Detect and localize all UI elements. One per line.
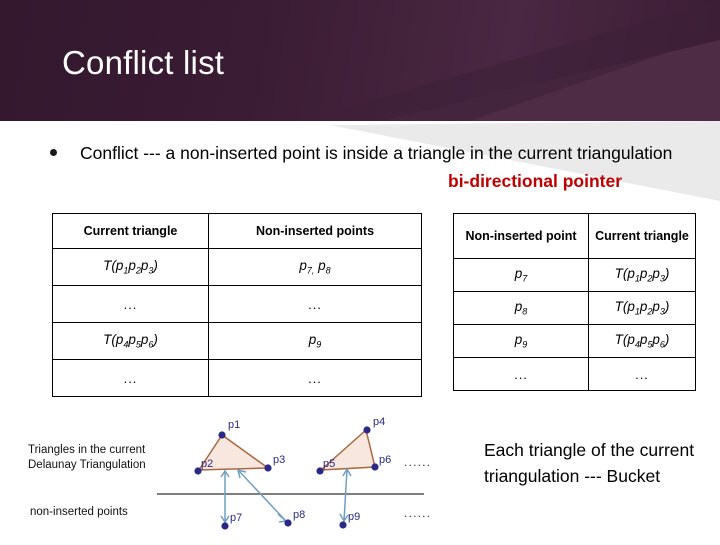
point-p4 (363, 426, 371, 434)
diagram-label-triangles-line1: Triangles in the current (28, 444, 146, 456)
diagram-label-non-inserted-points: non-inserted points (30, 506, 128, 518)
table-row: T(p1p2p3) p7, p8 (52, 248, 422, 286)
point-label-p6: p6 (379, 454, 391, 466)
conflict-table-point-to-triangle: Non-inserted point Current triangle p7 T… (453, 213, 696, 391)
column-header-current-triangle: Current triangle (588, 213, 696, 259)
point-label-p9: p9 (348, 511, 360, 523)
cell-ellipsis: ... (588, 357, 696, 391)
delaunay-diagram: Triangles in the current Delaunay Triang… (0, 415, 450, 540)
table-row: p9 T(p4p5p6) (453, 324, 696, 358)
column-header-current-triangle: Current triangle (52, 213, 209, 249)
point-p9 (339, 521, 347, 529)
diagram-canvas: p1 p2 p3 p4 p5 p6 p7 p8 p9 (157, 416, 424, 530)
arrow-p8 (236, 468, 288, 523)
conflict-table-triangle-to-points: Current triangle Non-inserted points T(p… (52, 213, 422, 397)
cell-points: p7, p8 (208, 248, 422, 286)
gray-wedge-decoration (330, 121, 720, 201)
point-label-p4: p4 (373, 416, 385, 428)
cell-point: p8 (453, 291, 589, 325)
bullet-dot-icon (50, 149, 57, 156)
cell-triangle: T(p1p2p3) (588, 258, 696, 292)
point-label-p7: p7 (230, 512, 242, 524)
cell-ellipsis: ... (52, 285, 209, 323)
diagram-ellipsis-upper: ...... (404, 455, 432, 469)
cell-ellipsis: ... (208, 359, 422, 397)
point-label-p2: p2 (201, 458, 213, 470)
arrow-p7 (220, 469, 230, 524)
point-p7 (221, 522, 229, 530)
cell-triangle: T(p1p2p3) (588, 291, 696, 325)
cell-triangle: T(p1p2p3) (52, 248, 209, 286)
diagram-label-triangles-line2: Delaunay Triangulation (28, 459, 146, 471)
point-p8 (284, 519, 292, 527)
table-row: ... ... (52, 285, 422, 323)
cell-triangle: T(p4p5p6) (588, 324, 696, 358)
title-banner: Conflict list (0, 0, 720, 121)
diagram-ellipsis-lower: ...... (404, 506, 432, 520)
table-row: p7 T(p1p2p3) (453, 258, 696, 292)
table-row: ... ... (453, 357, 696, 391)
column-header-non-inserted-points: Non-inserted points (208, 213, 422, 249)
diagram-label-triangles: Triangles in the current Delaunay Triang… (28, 443, 146, 473)
cell-triangle: T(p4p5p6) (52, 322, 209, 360)
point-p1 (218, 431, 226, 439)
page-title: Conflict list (62, 44, 225, 81)
table-row: Current triangle Non-inserted points (52, 213, 422, 249)
point-label-p8: p8 (293, 509, 305, 521)
point-p3 (264, 464, 272, 472)
cell-ellipsis: ... (208, 285, 422, 323)
table-row: ... ... (52, 359, 422, 397)
bi-directional-pointer-label: bi-directional pointer (448, 171, 623, 191)
cell-ellipsis: ... (453, 357, 589, 391)
point-label-p3: p3 (273, 454, 285, 466)
bullet-text: Conflict --- a non-inserted point is ins… (80, 143, 673, 163)
point-p6 (371, 463, 379, 471)
cell-ellipsis: ... (52, 359, 209, 397)
cell-point: p9 (453, 324, 589, 358)
bucket-note: Each triangle of the current triangulati… (484, 440, 695, 486)
point-label-p1: p1 (228, 419, 240, 431)
column-header-non-inserted-point: Non-inserted point (453, 213, 589, 259)
point-label-p5: p5 (323, 458, 335, 470)
cell-point: p7 (453, 258, 589, 292)
table-row: Non-inserted point Current triangle (453, 213, 696, 259)
table-row: p8 T(p1p2p3) (453, 291, 696, 325)
table-row: T(p4p5p6) p9 (52, 322, 422, 360)
cell-points: p9 (208, 322, 422, 360)
